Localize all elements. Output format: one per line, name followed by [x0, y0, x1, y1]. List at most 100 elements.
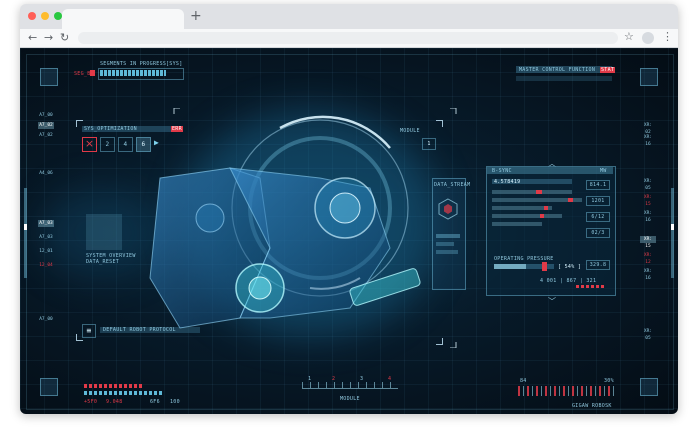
- meter-caption: GIGAW ROBOSK: [572, 403, 612, 409]
- right-rail-item[interactable]: XR: 02: [640, 122, 656, 135]
- segments-bar-fill: [100, 70, 166, 76]
- right-rail-item[interactable]: XR: 16: [640, 210, 656, 223]
- left-rail-item[interactable]: A4_06: [38, 170, 54, 177]
- data-stream-header: DATA_STREAM: [434, 182, 471, 188]
- bottom-left-value-3: 6F6: [150, 399, 160, 405]
- bottom-left-square: [40, 378, 58, 396]
- gear-small-hub: [248, 276, 272, 300]
- browser-menu-icon[interactable]: ⋮: [662, 30, 673, 43]
- right-rail-item[interactable]: XR: 12: [640, 252, 656, 265]
- bsync-footer-bars: [576, 285, 606, 288]
- data-stream-bar: [436, 234, 460, 238]
- right-rail-item[interactable]: XR: 05: [640, 178, 656, 191]
- pressure-tag: [ 54% ]: [558, 264, 582, 270]
- bsync-header: B-SYNC: [492, 168, 512, 174]
- minimize-window-button[interactable]: [41, 12, 49, 20]
- frame-corner: [173, 108, 180, 114]
- ruler-line: [302, 388, 398, 389]
- bottom-right-square: [640, 378, 658, 396]
- data-stream-bar: [436, 250, 458, 254]
- ruler-ticks: [302, 382, 398, 388]
- right-rail-bar: [671, 188, 674, 278]
- left-rail-bar: [24, 188, 27, 278]
- forward-button[interactable]: →: [44, 31, 53, 45]
- ruler-label: MODULE: [340, 396, 360, 402]
- pressure-marker: [542, 262, 547, 271]
- ruler-tick-label: 4: [388, 376, 392, 382]
- reload-button[interactable]: ↻: [60, 31, 69, 45]
- bottom-left-blue-ticks: [84, 391, 164, 395]
- left-rail-item[interactable]: A7_00: [38, 112, 54, 119]
- bsync-row-label: 4.578419: [494, 179, 521, 185]
- bsync-footer: 4 001 | 867 | 321: [540, 278, 597, 284]
- bsync-bar-3: [492, 206, 552, 210]
- profile-avatar[interactable]: [642, 32, 654, 44]
- scene-corner: [76, 120, 83, 127]
- right-rail-item[interactable]: XR: 15: [640, 194, 656, 207]
- ruler-tick-label: 3: [360, 376, 364, 382]
- meter-bars: [518, 386, 614, 396]
- optimization-caption-2: DATA_RESET: [86, 259, 120, 265]
- browser-window: + ← → ↻ ☆ ⋮ SEGMENTS IN PROGRESS [SYS] S…: [20, 4, 678, 414]
- meter-right-value: 30%: [604, 378, 614, 384]
- top-left-square: [40, 68, 58, 86]
- bottom-left-red-ticks: [84, 384, 144, 388]
- bsync-header-right: MW: [600, 168, 607, 174]
- bottom-left-value-4: 100: [170, 399, 180, 405]
- hexagon-icon: [438, 198, 458, 220]
- bsync-bar-3-marker: [544, 206, 548, 210]
- ruler-tick-label: 2: [332, 376, 336, 382]
- scene-corner: [436, 120, 443, 127]
- right-rail-item[interactable]: XR: 15: [640, 236, 656, 249]
- left-rail-item[interactable]: A7_03: [38, 234, 54, 241]
- module-tag-value: 1: [422, 138, 436, 150]
- bottom-left-value-2: 9.048: [106, 399, 123, 405]
- right-rail-item[interactable]: XR: 16: [640, 268, 656, 281]
- menu-icon[interactable]: ≡: [82, 324, 96, 338]
- ruler-tick-label: 1: [308, 376, 312, 382]
- segments-code: [SYS]: [166, 61, 183, 67]
- scene-corner: [436, 338, 443, 345]
- bsync-bar-5: [492, 222, 542, 226]
- segments-side-tag: SEG_B: [74, 71, 91, 77]
- left-rail-marker: [24, 224, 27, 230]
- bsync-value-3: 6/12: [586, 212, 610, 222]
- bottom-left-value-1: +5F0: [84, 399, 98, 405]
- optimization-cancel-button[interactable]: ×: [82, 137, 97, 152]
- left-rail-item[interactable]: A7_03: [38, 220, 54, 227]
- frame-corner: [450, 342, 457, 348]
- bookmark-star-icon[interactable]: ☆: [624, 30, 634, 43]
- maximize-window-button[interactable]: [54, 12, 62, 20]
- active-tab[interactable]: [62, 9, 184, 29]
- back-button[interactable]: ←: [28, 31, 37, 45]
- left-rail-item[interactable]: A7_02: [38, 132, 54, 139]
- panel-down-chevron-icon[interactable]: ﹀: [548, 296, 556, 307]
- master-control-label: MASTER CONTROL FUNCTION: [519, 67, 596, 73]
- master-control-sub-bar: [516, 76, 612, 81]
- hud-viewport: SEGMENTS IN PROGRESS [SYS] SEG_B MASTER …: [20, 48, 678, 414]
- window-controls: [28, 12, 62, 20]
- left-rail-item[interactable]: A7_02: [38, 122, 54, 129]
- optimization-button-2[interactable]: 2: [100, 137, 115, 152]
- tab-bar: +: [20, 4, 678, 29]
- new-tab-button[interactable]: +: [190, 8, 202, 24]
- meter-left-value: 84: [520, 378, 527, 384]
- left-rail-item[interactable]: 12_01: [38, 248, 54, 255]
- right-rail-item[interactable]: XR: 16: [640, 134, 656, 147]
- bsync-value-1: 814.1: [586, 180, 610, 190]
- close-window-button[interactable]: [28, 12, 36, 20]
- segments-label: SEGMENTS IN PROGRESS: [100, 61, 167, 67]
- address-bar[interactable]: [78, 32, 618, 44]
- bsync-value-2: 1201: [586, 196, 610, 206]
- bsync-bar-1-marker: [536, 190, 542, 194]
- segments-alert-marker: [90, 70, 95, 76]
- scene-corner: [76, 334, 83, 341]
- pressure-bar-fill: [494, 264, 527, 269]
- left-rail-item[interactable]: A7_00: [38, 316, 54, 323]
- data-stream-bar: [436, 242, 454, 246]
- master-control-tag: STAT: [600, 67, 616, 73]
- bsync-bar-4-marker: [540, 214, 544, 218]
- right-rail-item[interactable]: XR: 05: [640, 328, 656, 341]
- bsync-bar-2-marker: [568, 198, 573, 202]
- left-rail-item[interactable]: 12_04: [38, 262, 54, 269]
